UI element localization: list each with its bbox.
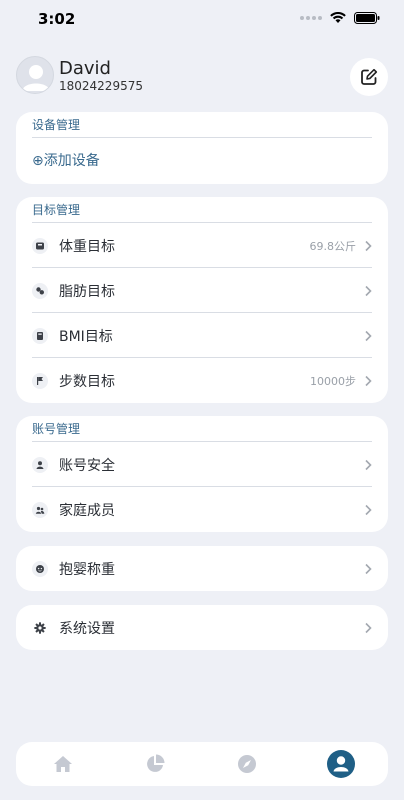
- chevron-right-icon: [365, 459, 372, 470]
- user-phone: 18024229575: [59, 79, 143, 93]
- goal-section-title: 目标管理: [16, 197, 388, 223]
- edit-icon: [361, 68, 378, 85]
- home-icon: [54, 756, 72, 772]
- account-management-card: 账号管理 账号安全 家庭成员: [16, 416, 388, 532]
- baby-icon: [32, 560, 48, 577]
- user-name: David: [59, 58, 111, 79]
- chevron-right-icon: [365, 563, 372, 574]
- goal-management-card: 目标管理 体重目标 69.8公斤 脂肪目标 BMI目标 步数目标 10000步: [16, 197, 388, 403]
- avatar[interactable]: [16, 56, 54, 94]
- add-device-button[interactable]: ⊕添加设备: [16, 138, 388, 184]
- chevron-right-icon: [365, 285, 372, 296]
- tab-profile[interactable]: [318, 742, 364, 786]
- status-icons: [300, 12, 380, 24]
- flag-icon: [32, 372, 48, 389]
- family-icon: [32, 501, 48, 518]
- weight-goal-value: 69.8公斤: [309, 239, 357, 253]
- weight-goal-row[interactable]: 体重目标 69.8公斤: [16, 223, 388, 268]
- signal-icon: [300, 16, 322, 20]
- steps-goal-label: 步数目标: [59, 373, 115, 390]
- device-section-title: 设备管理: [16, 112, 388, 138]
- status-time: 3:02: [38, 10, 76, 28]
- fat-goal-row[interactable]: 脂肪目标: [16, 268, 388, 313]
- system-settings-card: 系统设置: [16, 605, 388, 650]
- device-management-card: 设备管理 ⊕添加设备: [16, 112, 388, 184]
- tab-discover[interactable]: [224, 742, 270, 786]
- bmi-icon: [32, 327, 48, 344]
- chevron-right-icon: [365, 504, 372, 515]
- steps-goal-value: 10000步: [310, 374, 356, 388]
- wifi-icon: [330, 12, 346, 23]
- fat-icon: [32, 282, 48, 299]
- baby-weigh-label: 抱婴称重: [59, 561, 115, 578]
- tab-statistics[interactable]: [132, 742, 178, 786]
- weight-goal-label: 体重目标: [59, 238, 115, 255]
- avatar-placeholder-icon: [22, 65, 50, 91]
- scale-icon: [32, 237, 48, 254]
- account-security-label: 账号安全: [59, 457, 115, 474]
- status-bar: 3:02: [0, 0, 404, 40]
- chevron-right-icon: [365, 622, 372, 633]
- profile-icon: [327, 750, 355, 778]
- account-security-row[interactable]: 账号安全: [16, 442, 388, 487]
- gear-icon: [32, 620, 48, 636]
- fat-goal-label: 脂肪目标: [59, 283, 115, 300]
- edit-profile-button[interactable]: [350, 58, 388, 96]
- person-icon: [32, 456, 48, 473]
- bmi-goal-row[interactable]: BMI目标: [16, 313, 388, 358]
- chevron-right-icon: [365, 330, 372, 341]
- account-section-title: 账号管理: [16, 416, 388, 442]
- chevron-right-icon: [365, 375, 372, 386]
- family-members-row[interactable]: 家庭成员: [16, 487, 388, 532]
- tab-home[interactable]: [40, 742, 86, 786]
- chevron-right-icon: [365, 240, 372, 251]
- steps-goal-row[interactable]: 步数目标 10000步: [16, 358, 388, 403]
- profile-header: David 18024229575: [16, 56, 388, 96]
- baby-weigh-card: 抱婴称重: [16, 546, 388, 591]
- baby-weigh-row[interactable]: 抱婴称重: [16, 546, 388, 591]
- pie-chart-icon: [147, 754, 165, 772]
- bmi-goal-label: BMI目标: [59, 328, 113, 345]
- battery-icon: [354, 12, 380, 24]
- system-settings-label: 系统设置: [59, 620, 115, 637]
- family-members-label: 家庭成员: [59, 502, 115, 519]
- system-settings-row[interactable]: 系统设置: [16, 605, 388, 650]
- tab-bar: [16, 742, 388, 786]
- compass-icon: [238, 755, 256, 773]
